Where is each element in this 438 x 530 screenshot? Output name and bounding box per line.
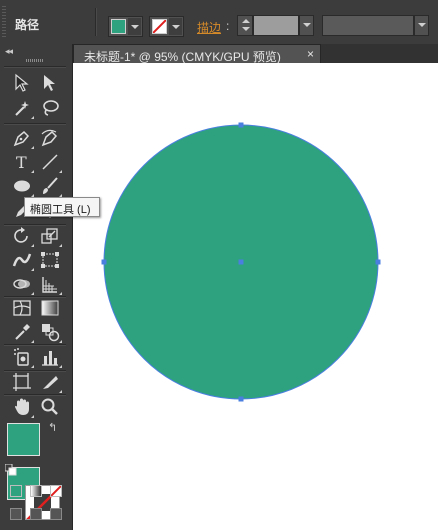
divider bbox=[4, 66, 66, 67]
selection-icon[interactable] bbox=[10, 72, 34, 94]
separator bbox=[95, 8, 96, 36]
stroke-profile-field[interactable] bbox=[322, 15, 414, 36]
eyedropper-icon[interactable] bbox=[10, 321, 34, 343]
svg-text:T: T bbox=[16, 153, 27, 172]
draw-inside-button[interactable] bbox=[50, 508, 62, 520]
paintbrush-icon[interactable] bbox=[38, 175, 62, 197]
artboard-canvas[interactable] bbox=[73, 63, 438, 530]
canvas-svg bbox=[101, 122, 381, 402]
gradient-mode-button[interactable] bbox=[30, 485, 42, 497]
symbol-sprayer-icon[interactable] bbox=[10, 346, 34, 368]
curvature-icon[interactable] bbox=[38, 127, 62, 149]
blend-icon[interactable] bbox=[38, 321, 62, 343]
direct-selection-icon[interactable] bbox=[38, 72, 62, 94]
pen-icon[interactable] bbox=[10, 127, 34, 149]
scale-icon[interactable] bbox=[38, 225, 62, 247]
line-segment-icon[interactable] bbox=[38, 151, 62, 173]
panel-grip[interactable] bbox=[26, 59, 44, 62]
color-mode-button[interactable] bbox=[10, 485, 22, 497]
stroke-color-dropdown[interactable] bbox=[149, 16, 184, 37]
document-tab[interactable]: 未标题-1* @ 95% (CMYK/GPU 预览) × bbox=[73, 44, 321, 64]
perspective-grid-icon[interactable] bbox=[38, 273, 62, 295]
anchor-point[interactable] bbox=[238, 122, 244, 128]
artboard-icon[interactable] bbox=[10, 371, 34, 393]
stroke-weight-dropdown[interactable] bbox=[299, 15, 314, 36]
tool-tooltip: 椭圆工具 (L) bbox=[24, 197, 100, 217]
stroke-weight-input[interactable] bbox=[253, 15, 299, 36]
zoom-icon[interactable] bbox=[38, 396, 62, 418]
collapse-panel-icon[interactable]: ◂◂ bbox=[5, 46, 13, 57]
stroke-weight-stepper[interactable] bbox=[237, 15, 253, 36]
stroke-none-swatch bbox=[152, 19, 167, 34]
panel-grip[interactable] bbox=[2, 6, 6, 38]
none-mode-button[interactable] bbox=[50, 485, 62, 497]
stroke-label[interactable]: 描边 bbox=[197, 19, 221, 36]
draw-normal-button[interactable] bbox=[10, 508, 22, 520]
gradient-icon[interactable] bbox=[38, 297, 62, 319]
fill-swatch bbox=[111, 19, 126, 34]
draw-behind-button[interactable] bbox=[30, 508, 42, 520]
swap-colors-icon[interactable]: ↰ bbox=[48, 421, 57, 434]
fill-color-swatch-front[interactable] bbox=[7, 423, 40, 456]
fill-color-dropdown[interactable] bbox=[108, 16, 143, 37]
stroke-colon: : bbox=[226, 19, 230, 33]
lasso-icon[interactable] bbox=[38, 97, 62, 119]
width-icon[interactable] bbox=[10, 249, 34, 271]
selection-type-label: 路径 bbox=[15, 18, 40, 32]
divider bbox=[4, 123, 66, 124]
slice-icon[interactable] bbox=[38, 371, 62, 393]
control-bar: 路径 描边 : bbox=[0, 0, 438, 45]
anchor-point[interactable] bbox=[375, 259, 381, 265]
close-icon[interactable]: × bbox=[307, 47, 314, 61]
divider bbox=[4, 344, 66, 345]
tooltip-text: 椭圆工具 (L) bbox=[30, 204, 91, 216]
stroke-profile-dropdown[interactable] bbox=[414, 15, 429, 36]
shape-builder-icon[interactable] bbox=[10, 273, 34, 295]
mesh-icon[interactable] bbox=[10, 297, 34, 319]
default-colors-icon[interactable] bbox=[4, 463, 17, 476]
tools-panel: ◂◂ T ↰ bbox=[0, 44, 73, 530]
rotate-icon[interactable] bbox=[10, 225, 34, 247]
magic-wand-icon[interactable] bbox=[10, 97, 34, 119]
hand-icon[interactable] bbox=[10, 396, 34, 418]
column-graph-icon[interactable] bbox=[38, 346, 62, 368]
anchor-point[interactable] bbox=[101, 259, 107, 265]
anchor-point[interactable] bbox=[238, 396, 244, 402]
divider bbox=[4, 394, 66, 395]
type-icon[interactable]: T bbox=[10, 151, 34, 173]
ellipse-icon[interactable] bbox=[10, 175, 34, 197]
chevron-down-icon bbox=[169, 18, 182, 35]
chevron-down-icon bbox=[128, 18, 141, 35]
tab-bar-empty bbox=[321, 44, 438, 63]
center-point[interactable] bbox=[238, 259, 244, 265]
free-transform-icon[interactable] bbox=[38, 249, 62, 271]
